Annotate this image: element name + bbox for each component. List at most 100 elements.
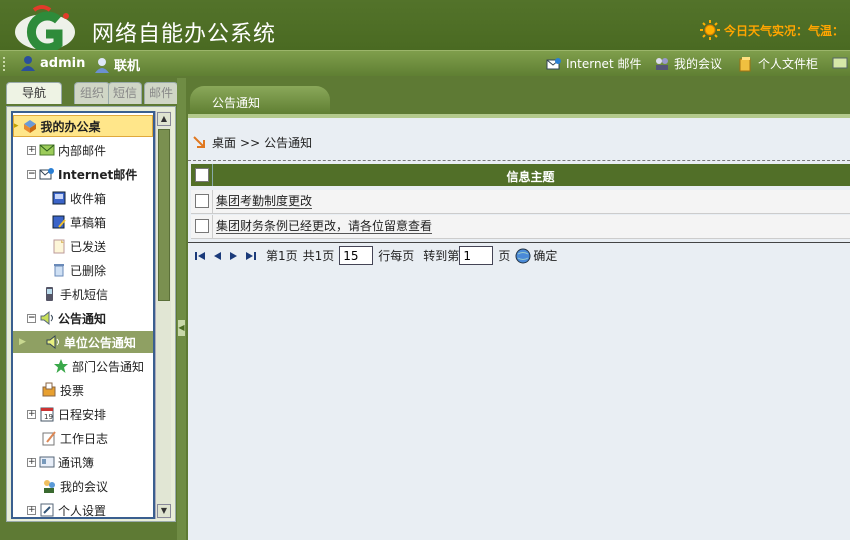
prev-page-icon[interactable] bbox=[211, 250, 223, 262]
nav-tabs: 导航 组织 短信 邮件 bbox=[6, 82, 178, 104]
nav-tree: ▸ 我的办公桌 + 内部邮件 − Internet邮件 收件箱 草稿箱 已发送 … bbox=[11, 111, 155, 519]
tree-item-label: 部门公告通知 bbox=[72, 359, 145, 374]
table-row[interactable]: 集团考勤制度更改 bbox=[191, 190, 850, 214]
tree-item-label: 工作日志 bbox=[60, 431, 109, 446]
scroll-thumb[interactable] bbox=[158, 129, 170, 301]
tree-item-label: 我的会议 bbox=[60, 479, 109, 494]
journal-icon bbox=[42, 431, 56, 446]
tree-item-label: 日程安排 bbox=[58, 407, 107, 422]
weather-widget: 今日天气实况：气温： bbox=[700, 20, 844, 40]
tree-item-my-meeting[interactable]: 我的会议 bbox=[41, 475, 108, 497]
tree-item-schedule[interactable]: + 19 日程安排 bbox=[27, 403, 106, 425]
my-meeting-label: 我的会议 bbox=[674, 57, 723, 71]
my-meeting-link[interactable]: 我的会议 bbox=[654, 55, 722, 72]
tree-item-announcements[interactable]: − 公告通知 bbox=[27, 307, 106, 329]
tree-item-personal-settings[interactable]: + 个人设置 bbox=[27, 499, 106, 517]
table-row[interactable]: 集团财务条例已经更改，请各位留意查看 bbox=[191, 215, 850, 239]
addressbook-icon bbox=[39, 456, 55, 468]
vote-icon bbox=[42, 382, 56, 397]
panel-splitter[interactable]: ◀ bbox=[177, 78, 186, 540]
tree-item-deleted[interactable]: 已删除 bbox=[51, 259, 106, 281]
main-content: 公告通知 桌面 >> 公告通知 信息主题 集团考勤制度更改 集团财务条例已经更改… bbox=[188, 78, 850, 540]
tab-underline bbox=[188, 114, 850, 118]
tree-item-sent[interactable]: 已发送 bbox=[51, 235, 106, 257]
row-checkbox-cell bbox=[191, 215, 213, 239]
plus-icon[interactable]: + bbox=[27, 145, 36, 155]
app-header: 网络自能办公系统 今日天气实况：气温： bbox=[0, 0, 850, 50]
tree-item-drafts[interactable]: 草稿箱 bbox=[51, 211, 106, 233]
nav-scrollbar[interactable]: ▲ ▼ bbox=[155, 111, 171, 519]
tree-item-label: 已发送 bbox=[70, 239, 107, 254]
drag-handle-icon bbox=[3, 57, 6, 71]
user-account[interactable]: admin bbox=[20, 55, 85, 71]
tab-sms[interactable]: 短信 bbox=[108, 82, 142, 104]
tree-item-label: 通讯簿 bbox=[58, 455, 95, 470]
tree-item-my-desk[interactable]: ▸ 我的办公桌 bbox=[13, 115, 153, 137]
confirm-button[interactable]: 确定 bbox=[515, 247, 557, 264]
collapse-arrow-icon[interactable]: ◀ bbox=[178, 320, 185, 336]
phone-icon bbox=[46, 287, 53, 301]
page-suffix-label: 页 bbox=[498, 249, 511, 263]
logo-icon bbox=[15, 5, 75, 50]
tree-item-label: 手机短信 bbox=[60, 287, 109, 302]
breadcrumb-separator: >> bbox=[240, 135, 261, 150]
sun-icon bbox=[700, 20, 720, 40]
row-checkbox[interactable] bbox=[195, 194, 209, 208]
settings-icon bbox=[40, 503, 54, 517]
last-page-icon[interactable] bbox=[245, 250, 257, 262]
tree-item-dept-announcements[interactable]: 部门公告通知 bbox=[53, 355, 144, 377]
plus-icon[interactable]: + bbox=[27, 457, 36, 467]
username: admin bbox=[40, 55, 86, 71]
first-page-icon[interactable] bbox=[194, 250, 206, 262]
nav-box: ▸ 我的办公桌 + 内部邮件 − Internet邮件 收件箱 草稿箱 已发送 … bbox=[6, 106, 176, 522]
content-tabstrip: 公告通知 bbox=[188, 78, 850, 118]
tab-mail[interactable]: 邮件 bbox=[144, 82, 178, 104]
tree-item-worklog[interactable]: 工作日志 bbox=[41, 427, 108, 449]
column-header-subject: 信息主题 bbox=[506, 170, 555, 184]
more-link[interactable] bbox=[832, 55, 848, 71]
online-status[interactable]: 联机 bbox=[94, 55, 140, 74]
speaker-icon bbox=[40, 310, 53, 326]
expand-arrow-icon: ▸ bbox=[14, 121, 19, 131]
minus-icon[interactable]: − bbox=[27, 313, 36, 323]
tree-item-unit-announcements[interactable]: ▶ 单位公告通知 bbox=[13, 331, 153, 353]
app-title: 网络自能办公系统 bbox=[92, 22, 277, 47]
mail-icon bbox=[39, 144, 55, 156]
row-subject-link[interactable]: 集团财务条例已经更改，请各位留意查看 bbox=[216, 220, 433, 234]
tree-item-inbox[interactable]: 收件箱 bbox=[51, 187, 106, 209]
goto-page-input[interactable] bbox=[459, 246, 494, 265]
current-page-label: 第1页 bbox=[266, 249, 298, 263]
rows-per-page-input[interactable] bbox=[339, 246, 374, 265]
goto-label: 转到第 bbox=[423, 249, 460, 263]
tab-announcements[interactable]: 公告通知 bbox=[190, 86, 330, 116]
tree-item-addressbook[interactable]: + 通讯簿 bbox=[27, 451, 94, 473]
tree-item-label: 收件箱 bbox=[70, 191, 107, 206]
personal-cabinet-link[interactable]: 个人文件柜 bbox=[738, 55, 818, 72]
breadcrumb-home[interactable]: 桌面 bbox=[212, 134, 236, 151]
scroll-down-icon[interactable]: ▼ bbox=[157, 504, 171, 518]
internet-mail-icon bbox=[546, 57, 561, 69]
inbox-icon bbox=[52, 191, 66, 205]
tree-item-internal-mail[interactable]: + 内部邮件 bbox=[27, 139, 106, 161]
breadcrumb-arrow-icon bbox=[193, 135, 205, 148]
minus-icon[interactable]: − bbox=[27, 169, 36, 179]
plus-icon[interactable]: + bbox=[27, 409, 36, 419]
rows-per-page-label: 行每页 bbox=[378, 249, 415, 263]
row-checkbox[interactable] bbox=[195, 219, 209, 233]
tree-item-label: 公告通知 bbox=[58, 311, 107, 326]
next-page-icon[interactable] bbox=[228, 250, 240, 262]
plus-icon[interactable]: + bbox=[27, 505, 36, 515]
internet-mail-label: Internet 邮件 bbox=[566, 57, 642, 71]
select-all-checkbox[interactable] bbox=[195, 168, 209, 182]
internet-mail-icon bbox=[39, 168, 54, 180]
row-subject-link[interactable]: 集团考勤制度更改 bbox=[216, 195, 313, 209]
tree-item-sms[interactable]: 手机短信 bbox=[41, 283, 108, 305]
internet-mail-link[interactable]: Internet 邮件 bbox=[546, 55, 641, 72]
tab-navigation[interactable]: 导航 bbox=[6, 82, 62, 104]
scroll-up-icon[interactable]: ▲ bbox=[157, 112, 171, 126]
pager: 第1页 共1页 行每页 转到第 页 确定 bbox=[188, 242, 850, 268]
tree-item-internet-mail[interactable]: − Internet邮件 bbox=[27, 163, 137, 185]
tab-organization[interactable]: 组织 bbox=[74, 82, 110, 104]
tree-item-label: Internet邮件 bbox=[58, 167, 138, 182]
tree-item-vote[interactable]: 投票 bbox=[41, 379, 84, 401]
